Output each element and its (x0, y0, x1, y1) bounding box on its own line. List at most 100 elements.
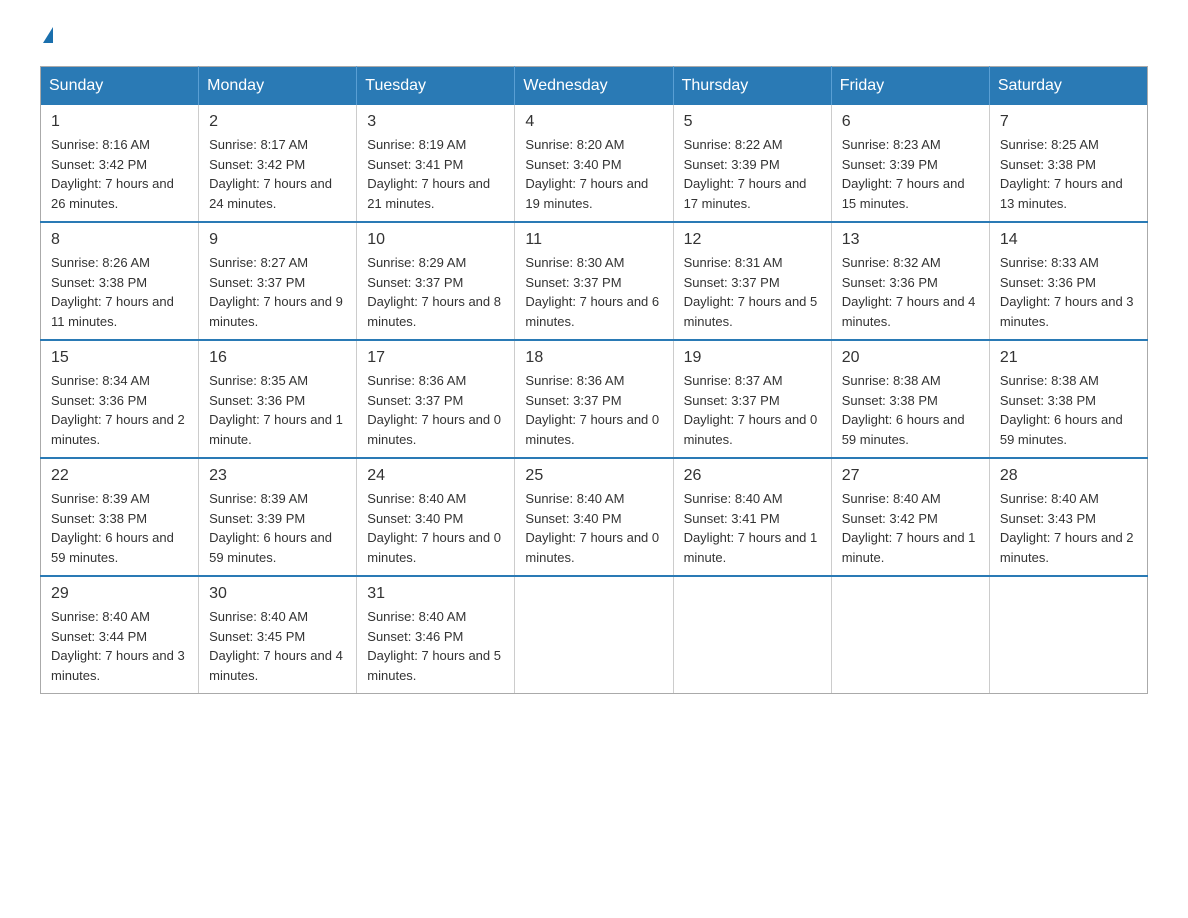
calendar-day-cell: 30 Sunrise: 8:40 AM Sunset: 3:45 PM Dayl… (199, 576, 357, 694)
day-number: 17 (367, 349, 504, 367)
day-number: 3 (367, 113, 504, 131)
day-number: 2 (209, 113, 346, 131)
calendar-day-cell: 13 Sunrise: 8:32 AM Sunset: 3:36 PM Dayl… (831, 222, 989, 340)
day-number: 1 (51, 113, 188, 131)
calendar-header-tuesday: Tuesday (357, 67, 515, 106)
day-info: Sunrise: 8:23 AM Sunset: 3:39 PM Dayligh… (842, 135, 979, 213)
calendar-day-cell: 21 Sunrise: 8:38 AM Sunset: 3:38 PM Dayl… (989, 340, 1147, 458)
day-info: Sunrise: 8:16 AM Sunset: 3:42 PM Dayligh… (51, 135, 188, 213)
day-info: Sunrise: 8:33 AM Sunset: 3:36 PM Dayligh… (1000, 253, 1137, 331)
day-number: 23 (209, 467, 346, 485)
day-info: Sunrise: 8:40 AM Sunset: 3:40 PM Dayligh… (525, 489, 662, 567)
day-number: 31 (367, 585, 504, 603)
calendar-day-cell: 19 Sunrise: 8:37 AM Sunset: 3:37 PM Dayl… (673, 340, 831, 458)
day-info: Sunrise: 8:22 AM Sunset: 3:39 PM Dayligh… (684, 135, 821, 213)
calendar-day-cell: 20 Sunrise: 8:38 AM Sunset: 3:38 PM Dayl… (831, 340, 989, 458)
day-number: 13 (842, 231, 979, 249)
day-info: Sunrise: 8:40 AM Sunset: 3:41 PM Dayligh… (684, 489, 821, 567)
day-info: Sunrise: 8:31 AM Sunset: 3:37 PM Dayligh… (684, 253, 821, 331)
day-number: 28 (1000, 467, 1137, 485)
day-info: Sunrise: 8:26 AM Sunset: 3:38 PM Dayligh… (51, 253, 188, 331)
day-number: 29 (51, 585, 188, 603)
calendar-week-row: 8 Sunrise: 8:26 AM Sunset: 3:38 PM Dayli… (41, 222, 1148, 340)
day-number: 11 (525, 231, 662, 249)
calendar-day-cell: 18 Sunrise: 8:36 AM Sunset: 3:37 PM Dayl… (515, 340, 673, 458)
calendar-day-cell: 10 Sunrise: 8:29 AM Sunset: 3:37 PM Dayl… (357, 222, 515, 340)
day-info: Sunrise: 8:36 AM Sunset: 3:37 PM Dayligh… (367, 371, 504, 449)
calendar-week-row: 1 Sunrise: 8:16 AM Sunset: 3:42 PM Dayli… (41, 105, 1148, 222)
day-info: Sunrise: 8:36 AM Sunset: 3:37 PM Dayligh… (525, 371, 662, 449)
calendar-header-monday: Monday (199, 67, 357, 106)
calendar-day-cell (515, 576, 673, 694)
page-header (40, 30, 1148, 46)
logo (40, 30, 53, 46)
calendar-day-cell: 17 Sunrise: 8:36 AM Sunset: 3:37 PM Dayl… (357, 340, 515, 458)
day-info: Sunrise: 8:40 AM Sunset: 3:46 PM Dayligh… (367, 607, 504, 685)
day-info: Sunrise: 8:40 AM Sunset: 3:45 PM Dayligh… (209, 607, 346, 685)
day-number: 5 (684, 113, 821, 131)
calendar-week-row: 15 Sunrise: 8:34 AM Sunset: 3:36 PM Dayl… (41, 340, 1148, 458)
day-number: 12 (684, 231, 821, 249)
calendar-day-cell: 7 Sunrise: 8:25 AM Sunset: 3:38 PM Dayli… (989, 105, 1147, 222)
calendar-day-cell: 23 Sunrise: 8:39 AM Sunset: 3:39 PM Dayl… (199, 458, 357, 576)
day-info: Sunrise: 8:20 AM Sunset: 3:40 PM Dayligh… (525, 135, 662, 213)
calendar-day-cell: 16 Sunrise: 8:35 AM Sunset: 3:36 PM Dayl… (199, 340, 357, 458)
calendar-day-cell (673, 576, 831, 694)
calendar-day-cell: 29 Sunrise: 8:40 AM Sunset: 3:44 PM Dayl… (41, 576, 199, 694)
calendar-day-cell: 24 Sunrise: 8:40 AM Sunset: 3:40 PM Dayl… (357, 458, 515, 576)
day-info: Sunrise: 8:25 AM Sunset: 3:38 PM Dayligh… (1000, 135, 1137, 213)
calendar-day-cell: 3 Sunrise: 8:19 AM Sunset: 3:41 PM Dayli… (357, 105, 515, 222)
calendar-day-cell: 1 Sunrise: 8:16 AM Sunset: 3:42 PM Dayli… (41, 105, 199, 222)
logo-triangle-icon (43, 27, 53, 43)
calendar-day-cell: 28 Sunrise: 8:40 AM Sunset: 3:43 PM Dayl… (989, 458, 1147, 576)
day-info: Sunrise: 8:35 AM Sunset: 3:36 PM Dayligh… (209, 371, 346, 449)
day-number: 22 (51, 467, 188, 485)
day-number: 4 (525, 113, 662, 131)
day-info: Sunrise: 8:39 AM Sunset: 3:38 PM Dayligh… (51, 489, 188, 567)
calendar-header-row: SundayMondayTuesdayWednesdayThursdayFrid… (41, 67, 1148, 106)
day-number: 19 (684, 349, 821, 367)
calendar-day-cell: 31 Sunrise: 8:40 AM Sunset: 3:46 PM Dayl… (357, 576, 515, 694)
day-number: 16 (209, 349, 346, 367)
calendar-header-wednesday: Wednesday (515, 67, 673, 106)
day-number: 7 (1000, 113, 1137, 131)
calendar-day-cell: 22 Sunrise: 8:39 AM Sunset: 3:38 PM Dayl… (41, 458, 199, 576)
day-info: Sunrise: 8:27 AM Sunset: 3:37 PM Dayligh… (209, 253, 346, 331)
day-number: 8 (51, 231, 188, 249)
calendar-day-cell: 25 Sunrise: 8:40 AM Sunset: 3:40 PM Dayl… (515, 458, 673, 576)
calendar-day-cell: 27 Sunrise: 8:40 AM Sunset: 3:42 PM Dayl… (831, 458, 989, 576)
calendar-header-friday: Friday (831, 67, 989, 106)
day-number: 24 (367, 467, 504, 485)
day-info: Sunrise: 8:40 AM Sunset: 3:43 PM Dayligh… (1000, 489, 1137, 567)
day-info: Sunrise: 8:19 AM Sunset: 3:41 PM Dayligh… (367, 135, 504, 213)
calendar-day-cell: 5 Sunrise: 8:22 AM Sunset: 3:39 PM Dayli… (673, 105, 831, 222)
day-info: Sunrise: 8:34 AM Sunset: 3:36 PM Dayligh… (51, 371, 188, 449)
day-info: Sunrise: 8:38 AM Sunset: 3:38 PM Dayligh… (842, 371, 979, 449)
calendar-week-row: 29 Sunrise: 8:40 AM Sunset: 3:44 PM Dayl… (41, 576, 1148, 694)
day-number: 9 (209, 231, 346, 249)
calendar-day-cell: 4 Sunrise: 8:20 AM Sunset: 3:40 PM Dayli… (515, 105, 673, 222)
day-info: Sunrise: 8:37 AM Sunset: 3:37 PM Dayligh… (684, 371, 821, 449)
calendar-day-cell (831, 576, 989, 694)
calendar-day-cell: 14 Sunrise: 8:33 AM Sunset: 3:36 PM Dayl… (989, 222, 1147, 340)
calendar-day-cell: 11 Sunrise: 8:30 AM Sunset: 3:37 PM Dayl… (515, 222, 673, 340)
calendar-day-cell: 9 Sunrise: 8:27 AM Sunset: 3:37 PM Dayli… (199, 222, 357, 340)
day-info: Sunrise: 8:29 AM Sunset: 3:37 PM Dayligh… (367, 253, 504, 331)
day-number: 10 (367, 231, 504, 249)
calendar-day-cell: 12 Sunrise: 8:31 AM Sunset: 3:37 PM Dayl… (673, 222, 831, 340)
calendar-header-thursday: Thursday (673, 67, 831, 106)
day-number: 27 (842, 467, 979, 485)
day-number: 18 (525, 349, 662, 367)
calendar-day-cell: 8 Sunrise: 8:26 AM Sunset: 3:38 PM Dayli… (41, 222, 199, 340)
day-info: Sunrise: 8:39 AM Sunset: 3:39 PM Dayligh… (209, 489, 346, 567)
calendar-day-cell: 6 Sunrise: 8:23 AM Sunset: 3:39 PM Dayli… (831, 105, 989, 222)
calendar-day-cell (989, 576, 1147, 694)
calendar-table: SundayMondayTuesdayWednesdayThursdayFrid… (40, 66, 1148, 694)
day-number: 6 (842, 113, 979, 131)
calendar-header-sunday: Sunday (41, 67, 199, 106)
day-number: 25 (525, 467, 662, 485)
day-info: Sunrise: 8:40 AM Sunset: 3:40 PM Dayligh… (367, 489, 504, 567)
day-info: Sunrise: 8:17 AM Sunset: 3:42 PM Dayligh… (209, 135, 346, 213)
calendar-day-cell: 15 Sunrise: 8:34 AM Sunset: 3:36 PM Dayl… (41, 340, 199, 458)
day-number: 20 (842, 349, 979, 367)
